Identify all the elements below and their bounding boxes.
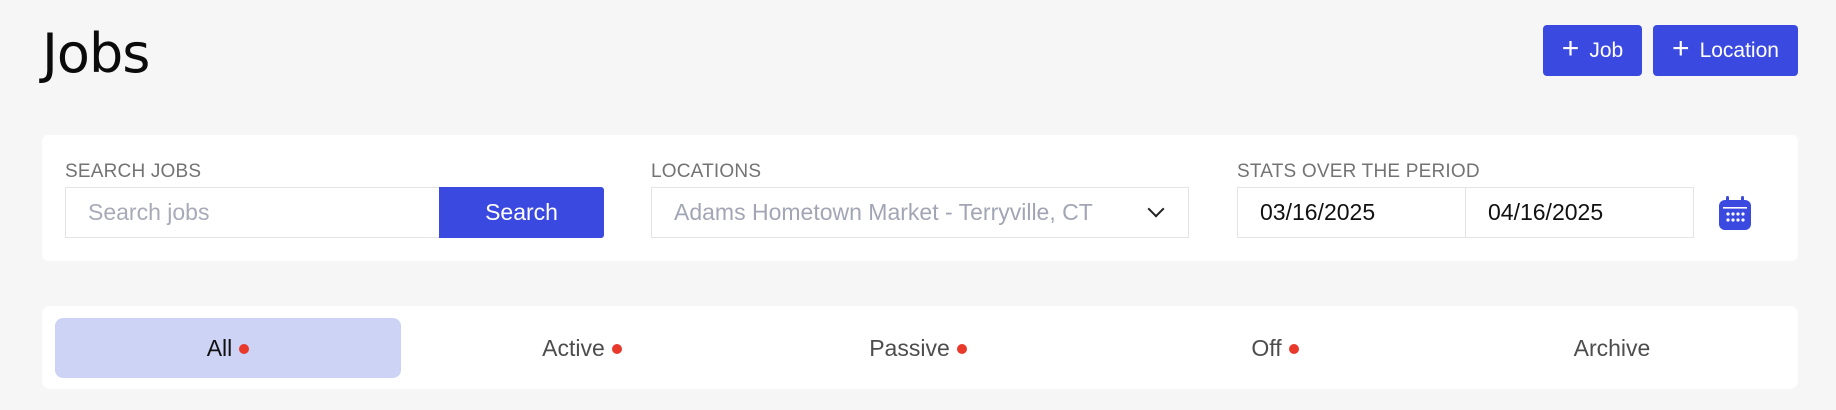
search-input[interactable] — [65, 187, 440, 238]
status-dot — [239, 344, 250, 354]
status-dot — [956, 344, 967, 354]
locations-selected-value: Adams Hometown Market - Terryville, CT — [674, 199, 1093, 225]
tab-label: Active — [542, 334, 605, 361]
period-label: STATS OVER THE PERIOD — [1237, 161, 1480, 182]
tab-off[interactable]: Off — [1102, 318, 1448, 378]
status-tabs: All Active Passive Off Archive — [42, 306, 1798, 389]
page-title: Jobs — [42, 22, 150, 85]
filter-panel: SEARCH JOBS Search LOCATIONS Adams Homet… — [42, 135, 1798, 261]
tab-active[interactable]: Active — [409, 318, 755, 378]
start-date-field[interactable]: 03/16/2025 — [1237, 187, 1466, 238]
tab-label: Off — [1251, 334, 1282, 361]
add-location-label: Location — [1699, 38, 1779, 62]
search-jobs-label: SEARCH JOBS — [65, 161, 202, 182]
add-location-button[interactable]: + Location — [1653, 25, 1798, 76]
plus-icon: + — [1561, 32, 1580, 65]
tab-label: All — [206, 334, 233, 361]
search-button[interactable]: Search — [439, 187, 604, 238]
status-dot — [611, 344, 622, 354]
end-date-field[interactable]: 04/16/2025 — [1465, 187, 1694, 238]
plus-icon: + — [1672, 32, 1690, 65]
chevron-down-icon — [1147, 200, 1165, 217]
jobs-page: Jobs + Job + Location SEARCH JOBS Search… — [0, 0, 1836, 410]
add-job-button[interactable]: + Job — [1543, 25, 1642, 76]
add-job-label: Job — [1589, 38, 1624, 62]
locations-label: LOCATIONS — [651, 161, 762, 182]
status-dot — [1288, 344, 1299, 354]
locations-select[interactable]: Adams Hometown Market - Terryville, CT — [651, 187, 1189, 238]
calendar-icon[interactable] — [1718, 195, 1752, 231]
tab-passive[interactable]: Passive — [745, 318, 1091, 378]
tab-label: Archive — [1573, 334, 1651, 361]
tab-archive[interactable]: Archive — [1439, 318, 1785, 378]
tab-label: Passive — [869, 334, 950, 361]
tab-all[interactable]: All — [55, 318, 401, 378]
